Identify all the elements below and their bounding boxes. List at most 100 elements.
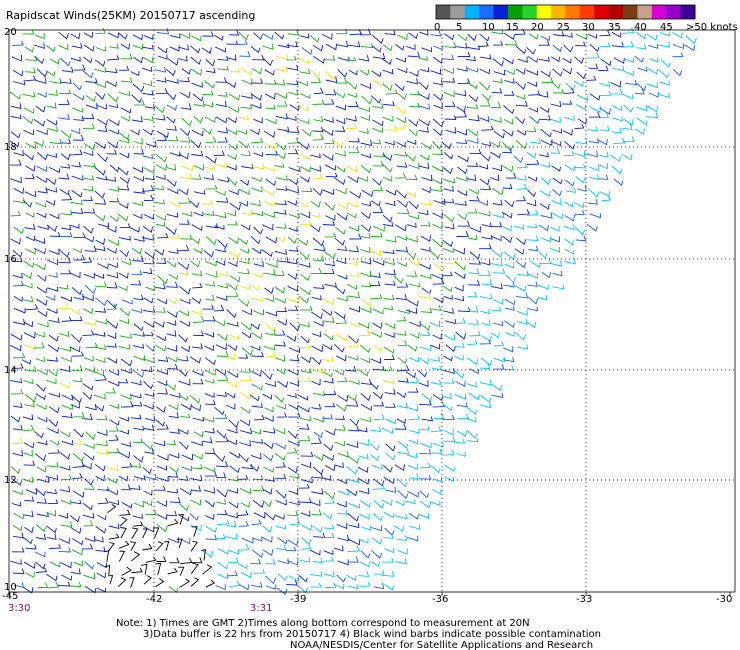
wind-barb [335, 318, 347, 325]
wind-barb [481, 93, 492, 102]
wind-barb [348, 225, 359, 232]
wind-barb [59, 365, 71, 373]
wind-barb [190, 260, 201, 268]
wind-barb [95, 91, 106, 100]
wind-barb [433, 45, 443, 51]
wind-barb [176, 538, 183, 549]
wind-barb [489, 116, 502, 123]
wind-barb [287, 296, 299, 304]
wind-barb [636, 104, 648, 112]
legend-swatch [436, 5, 451, 19]
wind-barb [430, 178, 443, 185]
wind-barb [345, 115, 357, 122]
wind-barb [502, 148, 513, 154]
wind-barb [71, 161, 81, 168]
wind-barb [396, 316, 407, 322]
wind-barb [13, 197, 26, 204]
wind-barb [71, 499, 82, 505]
wind-barb [382, 175, 393, 182]
wind-barb [622, 27, 635, 34]
wind-barb [574, 56, 585, 64]
wind-barb [479, 403, 492, 409]
wind-barb [334, 311, 346, 320]
wind-barb [454, 200, 467, 206]
wind-barb [373, 79, 385, 87]
wind-barb [93, 273, 105, 279]
wind-barb [73, 560, 83, 567]
wind-barb [468, 94, 479, 103]
wind-barb [383, 532, 394, 539]
wind-barb [217, 283, 229, 289]
wind-barb [384, 388, 396, 395]
wind-barb [358, 176, 368, 182]
wind-barb [288, 148, 298, 155]
wind-barb [95, 27, 106, 34]
wind-barb [70, 200, 83, 205]
wind-barb [205, 271, 218, 278]
wind-barb [178, 44, 189, 51]
wind-barb [142, 440, 153, 450]
wind-barb [141, 366, 153, 373]
wind-barb [191, 308, 202, 316]
wind-barb [445, 344, 457, 353]
wind-barb [118, 475, 129, 482]
wind-barb [490, 221, 503, 228]
wind-barb [299, 497, 312, 504]
wind-barb [11, 437, 24, 445]
wind-barb [109, 164, 120, 173]
wind-barb [163, 540, 170, 552]
wind-barb [190, 139, 202, 149]
wind-barb [359, 561, 370, 568]
wind-barb [322, 454, 334, 462]
wind-barb [301, 187, 313, 193]
wind-barb [348, 355, 359, 361]
wind-barb [454, 247, 465, 255]
wind-barb [154, 66, 167, 73]
wind-barb [216, 391, 227, 397]
wind-barb [526, 159, 540, 166]
wind-barb [265, 236, 278, 244]
wind-barb [285, 546, 297, 552]
wind-barb [25, 248, 37, 255]
wind-barb [685, 35, 697, 45]
wind-barb [262, 57, 274, 67]
wind-barb [598, 65, 609, 71]
wind-barb [660, 59, 671, 68]
wind-barb [457, 307, 471, 313]
wind-barb [202, 31, 214, 37]
wind-barb [132, 343, 145, 349]
wind-barb [25, 235, 36, 242]
wind-barb [156, 513, 168, 520]
wind-barb [360, 393, 371, 401]
wind-barb [321, 475, 332, 481]
wind-barb [106, 247, 117, 254]
wind-barb [573, 80, 584, 87]
wind-barb [406, 405, 419, 412]
wind-barb [394, 513, 408, 520]
wind-barb [515, 68, 526, 75]
wind-barb [335, 333, 348, 342]
wind-barb [49, 561, 61, 568]
wind-barb [107, 504, 117, 514]
wind-barb [264, 575, 277, 585]
wind-barb [133, 176, 145, 182]
wind-barb [385, 269, 396, 276]
wind-barb [491, 383, 503, 392]
wind-barb [192, 370, 204, 377]
wind-barb [215, 190, 226, 196]
wind-barb [457, 220, 471, 227]
wind-barb [83, 56, 93, 64]
wind-barb [241, 78, 253, 86]
wind-barb [360, 224, 372, 233]
wind-barb [312, 237, 325, 247]
wind-barb [93, 536, 104, 543]
wind-barb [61, 574, 73, 581]
wind-barb [336, 500, 347, 508]
wind-barb [226, 309, 237, 318]
wind-barb [109, 43, 119, 49]
wind-barb [622, 118, 634, 126]
wind-barb [430, 186, 443, 192]
wind-barb [516, 174, 527, 181]
wind-barb [574, 163, 586, 169]
wind-barb [59, 382, 70, 389]
